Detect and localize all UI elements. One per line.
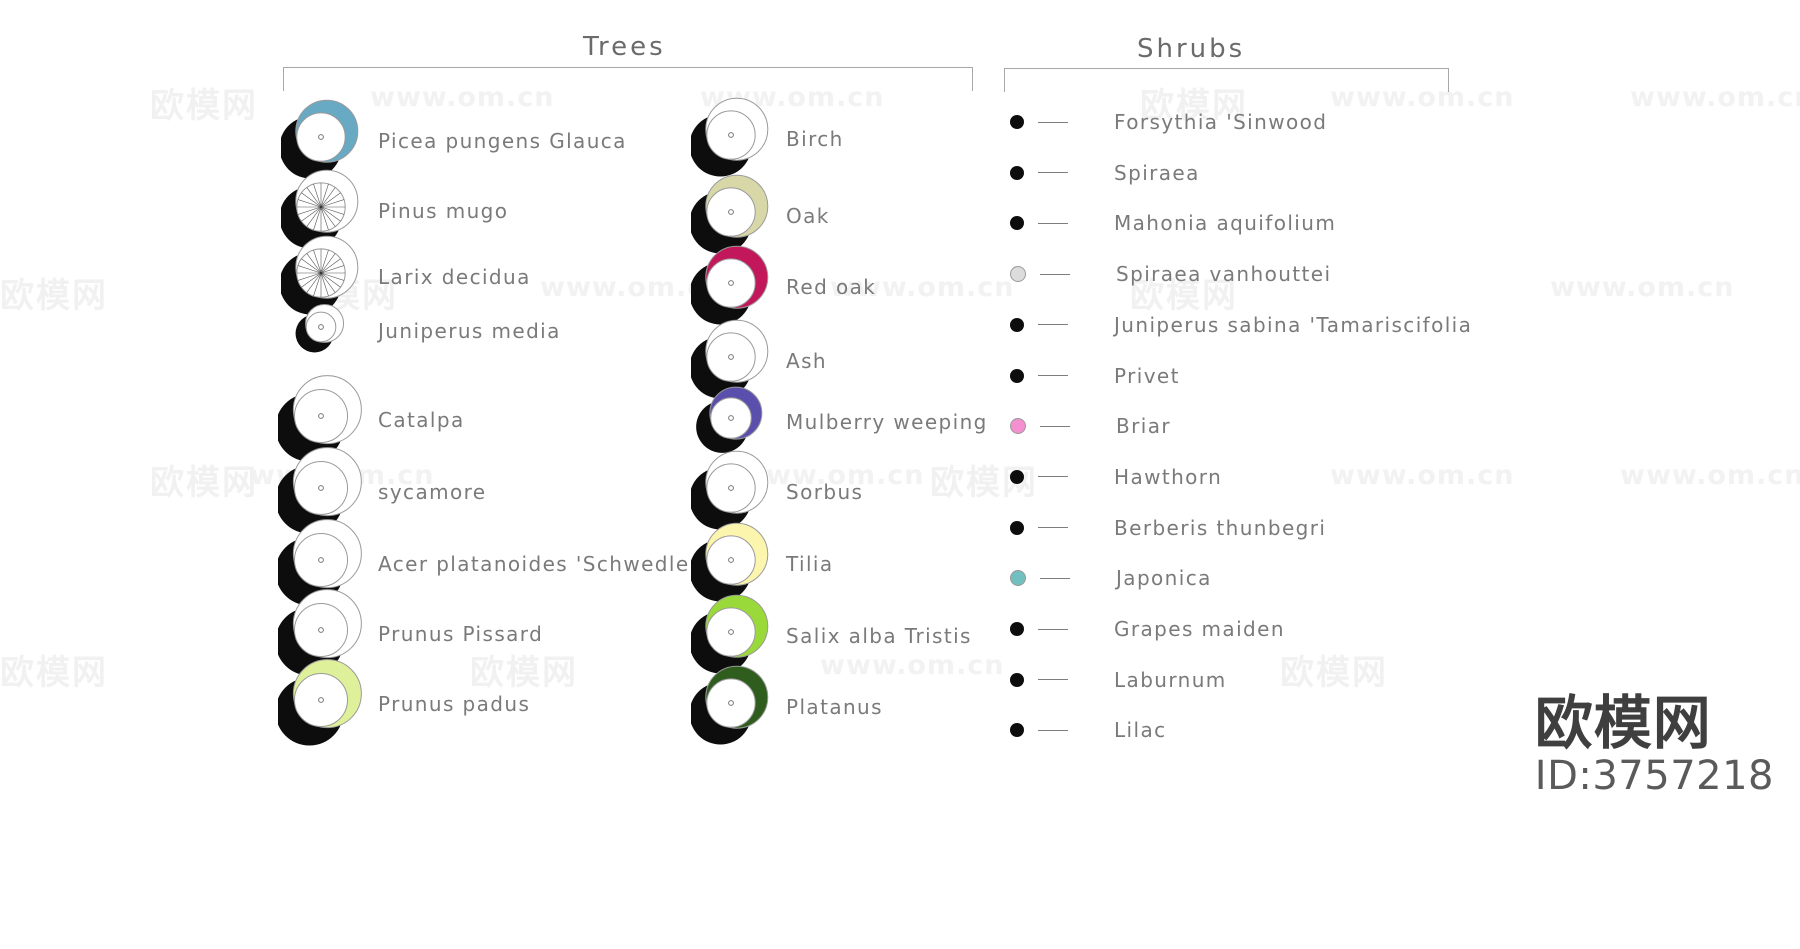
shrub-legend-label: Privet [1114,363,1180,388]
section-title-shrubs: Shrubs [1137,34,1246,64]
shrub-marker-icon [1010,216,1024,231]
tree-legend-label: Catalpa [378,408,465,432]
shrub-leader-line [1038,729,1068,731]
shrub-legend-label: Japonica [1116,566,1212,591]
section-title-trees: Trees [583,32,666,62]
shrub-marker-icon [1010,418,1026,435]
shrub-legend-label: Berberis thunbegri [1114,515,1327,540]
brand-block: 欧模网 ID:3757218 [1534,688,1774,799]
shrub-leader-line [1038,375,1068,376]
shrub-legend-row[interactable]: Spiraea [1010,161,1200,185]
tree-legend-label: Tilia [786,552,834,576]
tree-legend-row[interactable]: Platanus [690,663,883,751]
shrub-legend-row[interactable]: Juniperus sabina 'Tamariscifolia [1010,313,1472,337]
shrub-legend-row[interactable]: Berberis thunbegri [1010,516,1326,540]
tree-symbol-cell [280,299,370,363]
shrub-legend-label: Spiraea [1114,160,1200,185]
tree-legend-label: Platanus [786,695,883,719]
tree-symbol-cell [690,663,780,751]
shrub-marker-icon [1010,622,1024,636]
shrub-leader-line [1038,679,1068,681]
shrub-leader-line [1038,172,1068,174]
shrub-marker-icon [1010,520,1024,535]
shrub-marker-icon [1010,723,1024,738]
shrub-legend-label: Juniperus sabina 'Tamariscifolia [1114,312,1473,337]
shrub-marker-icon [1010,570,1026,587]
shrub-marker-icon [1010,266,1026,283]
tree-legend-row[interactable]: Birch [690,95,844,183]
shrubs-bracket [1004,68,1449,92]
shrub-leader-line [1038,628,1068,630]
shrub-legend-label: Forsythia 'Sinwood [1114,110,1328,134]
trees-bracket [283,67,973,91]
tree-legend-label: Oak [786,204,830,228]
shrub-marker-icon [1010,165,1024,180]
brand-id: ID:3757218 [1534,753,1774,799]
tree-legend-row[interactable]: Prunus padus [278,657,531,751]
watermark-cn: 欧模网 [0,276,108,316]
tree-legend-label: Pinus mugo [378,199,509,223]
shrub-legend-row[interactable]: Mahonia aquifolium [1010,211,1336,235]
shrub-legend-column: Forsythia 'Sinwood Spiraea Mahonia aquifol… [1010,110,1570,800]
shrub-leader-line [1038,222,1068,224]
shrub-legend-label: Spiraea vanhouttei [1116,262,1332,287]
tree-plan-symbol-icon [691,663,779,751]
shrub-legend-row[interactable]: Lilac [1010,718,1167,742]
watermark-url: www.om.cn [1550,272,1735,303]
tree-legend-label: sycamore [378,480,487,504]
shrub-leader-line [1038,527,1068,529]
tree-legend-label: Red oak [786,275,877,299]
shrub-legend-row[interactable]: Japonica [1010,566,1212,590]
tree-legend-column-right: Birch Oak Red oak Ash Mulberry weeping Sorbus… [690,95,1020,775]
shrub-leader-line [1040,273,1070,275]
shrub-legend-row[interactable]: Briar [1010,414,1171,438]
tree-legend-column-left: Picea pungens Glauca Pinus mugo Larix deci… [278,95,702,775]
tree-legend-label: Mulberry weeping [786,410,988,434]
shrub-legend-label: Grapes maiden [1114,617,1285,641]
shrub-legend-label: Mahonia aquifolium [1114,211,1337,236]
shrub-legend-row[interactable]: Forsythia 'Sinwood [1010,110,1327,134]
shrub-leader-line [1038,476,1068,478]
brand-name: 欧模网 [1534,688,1712,757]
tree-symbol-cell [278,657,372,751]
tree-legend-label: Salix alba Tristis [786,624,972,648]
shrub-legend-row[interactable]: Spiraea vanhouttei [1010,262,1331,286]
tree-legend-row[interactable]: Juniperus media [280,299,561,363]
tree-symbol-cell [690,95,780,183]
shrub-marker-icon [1010,115,1024,129]
shrub-legend-row[interactable]: Hawthorn [1010,465,1222,489]
shrub-legend-label: Lilac [1114,718,1167,743]
shrub-marker-icon [1010,672,1024,687]
shrub-leader-line [1038,324,1068,326]
watermark-cn: 欧模网 [0,653,108,693]
shrub-marker-icon [1010,317,1024,332]
shrub-leader-line [1040,425,1070,427]
tree-plan-symbol-icon [293,299,357,363]
watermark-url: www.om.cn [1630,82,1800,113]
shrub-legend-label: Briar [1116,414,1171,439]
shrub-leader-line [1040,577,1070,579]
watermark-url: www.om.cn [1620,460,1800,491]
shrub-marker-icon [1010,469,1024,484]
tree-legend-label: Prunus Pissard [378,622,544,646]
tree-legend-label: Juniperus media [378,319,561,343]
tree-legend-label: Larix decidua [378,265,531,289]
shrub-legend-label: Laburnum [1114,667,1227,692]
tree-legend-label: Picea pungens Glauca [378,129,627,153]
tree-legend-label: Ash [786,349,827,373]
tree-legend-label: Acer platanoides 'Schwedlen [378,552,704,576]
shrub-legend-label: Hawthorn [1114,464,1223,489]
tree-legend-label: Prunus padus [378,692,531,716]
shrub-marker-icon [1010,368,1024,383]
shrub-legend-row[interactable]: Laburnum [1010,668,1227,692]
tree-legend-label: Birch [786,127,844,151]
tree-plan-symbol-icon [278,657,372,751]
shrub-leader-line [1038,121,1068,123]
tree-legend-label: Sorbus [786,480,864,504]
shrub-legend-row[interactable]: Privet [1010,364,1180,388]
shrub-legend-row[interactable]: Grapes maiden [1010,617,1285,641]
watermark-cn: 欧模网 [150,463,258,503]
watermark-cn: 欧模网 [150,86,258,126]
tree-plan-symbol-icon [691,95,779,183]
